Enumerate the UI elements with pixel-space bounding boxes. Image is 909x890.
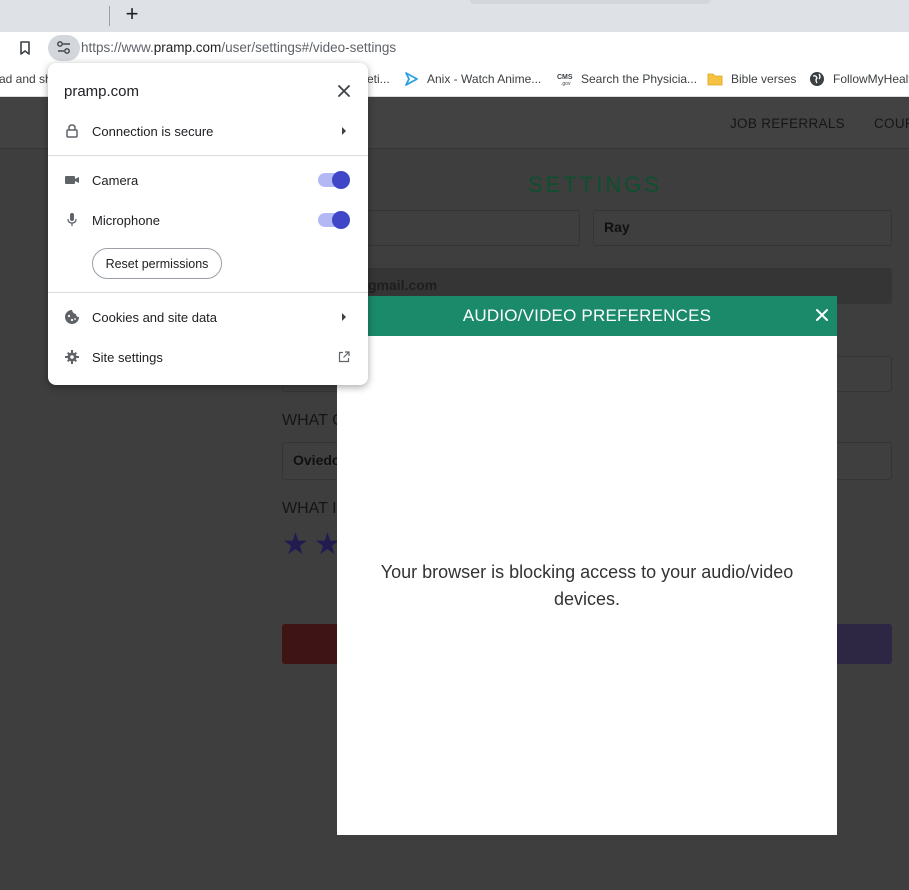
bookmark-item[interactable]: eti... xyxy=(367,72,390,86)
site-info-button[interactable] xyxy=(48,35,80,61)
star-icon[interactable]: ★ xyxy=(282,530,309,560)
tab-hover-hint xyxy=(470,0,710,4)
play-icon xyxy=(405,72,418,86)
bookmark-icon[interactable] xyxy=(16,39,34,57)
svg-text:CMS: CMS xyxy=(557,74,573,81)
site-settings-item[interactable]: Site settings xyxy=(92,350,163,365)
close-icon[interactable] xyxy=(813,306,831,324)
camera-toggle[interactable] xyxy=(318,171,350,189)
gear-icon xyxy=(65,350,79,364)
url-host: pramp.com xyxy=(153,40,222,55)
popup-divider xyxy=(48,155,368,156)
toggle-knob xyxy=(332,171,350,189)
camera-icon xyxy=(65,176,79,184)
popup-domain: pramp.com xyxy=(64,83,140,100)
chevron-right-icon xyxy=(342,127,346,135)
tab-strip: + xyxy=(0,0,909,32)
last-name-field[interactable] xyxy=(593,210,892,246)
tune-icon xyxy=(57,41,70,54)
bookmark-item[interactable]: Bible verses xyxy=(731,72,796,86)
location-value: Oviedo xyxy=(293,452,341,468)
nav-courses[interactable]: COURSES xyxy=(874,116,909,131)
tab-separator xyxy=(109,6,110,26)
new-tab-button[interactable]: + xyxy=(121,3,143,27)
close-icon[interactable] xyxy=(336,83,352,99)
location-label: WHAT C xyxy=(282,412,344,429)
av-preferences-modal: AUDIO/VIDEO PREFERENCES Your browser is … xyxy=(337,296,837,835)
svg-text:.gov: .gov xyxy=(561,81,571,87)
external-link-icon xyxy=(338,351,350,363)
bookmark-item[interactable]: Search the Physicia... xyxy=(581,72,697,86)
address-bar[interactable]: https://www.pramp.com/user/settings#/vid… xyxy=(81,40,396,55)
popup-divider xyxy=(48,292,368,293)
site-info-popup: pramp.com Connection is secure Camera Mi… xyxy=(48,63,368,385)
cookies-item[interactable]: Cookies and site data xyxy=(92,310,217,325)
blocked-message: Your browser is blocking access to your … xyxy=(380,562,794,609)
url-prefix: https://www. xyxy=(81,40,154,55)
lock-icon xyxy=(66,124,78,138)
chevron-right-icon xyxy=(342,313,346,321)
microphone-label: Microphone xyxy=(92,213,160,228)
modal-title: AUDIO/VIDEO PREFERENCES xyxy=(462,306,712,325)
microphone-toggle[interactable] xyxy=(318,211,350,229)
cookie-icon xyxy=(65,310,79,324)
cms-icon: CMS .gov xyxy=(557,74,573,87)
modal-header: AUDIO/VIDEO PREFERENCES xyxy=(337,296,837,336)
reset-permissions-button[interactable]: Reset permissions xyxy=(92,248,222,279)
toggle-knob xyxy=(332,211,350,229)
globe-icon xyxy=(810,72,824,86)
microphone-icon xyxy=(67,213,77,226)
nav-job-referrals[interactable]: JOB REFERRALS xyxy=(730,116,845,131)
url-path: /user/settings#/video-settings xyxy=(221,40,397,55)
connection-secure-item[interactable]: Connection is secure xyxy=(92,124,213,139)
bookmark-item[interactable]: ad and sh xyxy=(0,72,52,86)
bookmark-item[interactable]: FollowMyHealth xyxy=(833,72,909,86)
email-value: gmail.com xyxy=(368,277,438,293)
last-name-value: Ray xyxy=(604,219,630,235)
page-title: SETTINGS xyxy=(528,172,663,197)
camera-label: Camera xyxy=(92,173,139,188)
browser-toolbar: https://www.pramp.com/user/settings#/vid… xyxy=(0,32,909,64)
folder-icon xyxy=(707,73,723,86)
bookmark-item[interactable]: Anix - Watch Anime... xyxy=(427,72,541,86)
